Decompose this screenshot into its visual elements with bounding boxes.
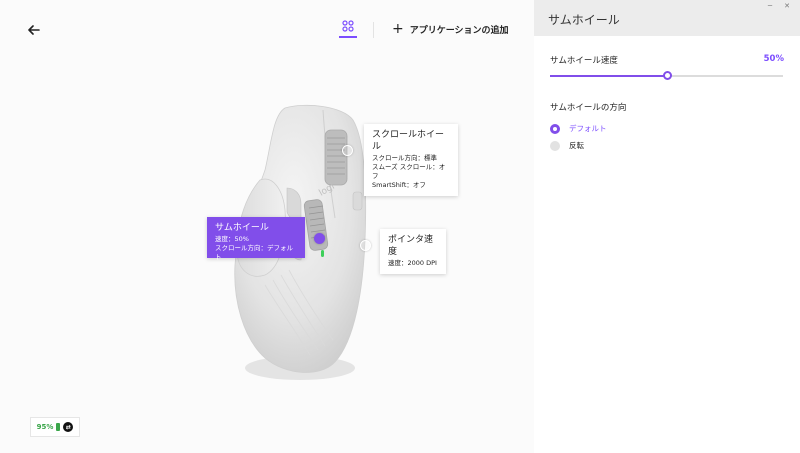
apps-grid-icon bbox=[342, 20, 354, 32]
add-application-button[interactable]: + アプリケーションの追加 bbox=[392, 22, 509, 36]
battery-icon bbox=[56, 423, 61, 431]
radio-unselected-icon bbox=[550, 140, 560, 151]
thumb-wheel-callout[interactable]: サムホイール 速度：50% スクロール方向：デフォルト bbox=[207, 217, 305, 261]
slider-fill bbox=[550, 75, 667, 77]
thumb-wheel-hotspot[interactable] bbox=[314, 233, 325, 244]
speed-slider[interactable] bbox=[550, 71, 783, 80]
smartshift-text: SmartShift：オフ bbox=[372, 181, 426, 189]
scroll-direction-text: スクロール方向：標準 bbox=[372, 154, 437, 162]
back-button[interactable] bbox=[24, 20, 44, 40]
battery-percent: 95% bbox=[36, 423, 54, 431]
radio-selected-icon bbox=[550, 123, 560, 134]
speed-value: 50% bbox=[763, 54, 784, 64]
smooth-scroll-text: スムーズ スクロール：オフ bbox=[372, 163, 446, 180]
back-arrow-icon bbox=[28, 25, 40, 35]
pointer-speed-callout[interactable]: ポインタ速度 速度：2000 DPI bbox=[380, 229, 446, 274]
close-button[interactable]: ✕ bbox=[784, 2, 790, 10]
settings-panel: サムホイール ─ ✕ サムホイール速度 50% サムホイールの方向 デフォルト … bbox=[534, 0, 800, 453]
thumb-wheel-callout-title: サムホイール bbox=[215, 223, 269, 233]
scroll-wheel-hotspot[interactable] bbox=[342, 145, 353, 156]
add-application-label: アプリケーションの追加 bbox=[409, 25, 509, 36]
pointer-speed-hotspot[interactable] bbox=[360, 240, 371, 251]
header-divider bbox=[373, 22, 374, 38]
speed-row: サムホイール速度 50% bbox=[550, 54, 784, 66]
window-controls: ─ ✕ bbox=[768, 2, 790, 10]
thumb-wheel-speed-text: 速度：50% bbox=[215, 235, 249, 243]
plus-icon: + bbox=[392, 21, 404, 37]
pointer-speed-callout-title: ポインタ速度 bbox=[388, 235, 434, 257]
direction-reverse-radio[interactable]: 反転 bbox=[550, 140, 584, 151]
panel-title: サムホイール bbox=[548, 13, 620, 27]
direction-title: サムホイールの方向 bbox=[550, 103, 627, 113]
panel-header: サムホイール ─ ✕ bbox=[534, 0, 800, 36]
battery-status[interactable]: 95% ⇄ bbox=[30, 417, 80, 437]
apps-tab[interactable] bbox=[338, 20, 358, 42]
direction-default-radio[interactable]: デフォルト bbox=[550, 123, 607, 134]
thumb-wheel-direction-text: スクロール方向：デフォルト bbox=[215, 244, 293, 261]
scroll-wheel-callout[interactable]: スクロールホイール スクロール方向：標準 スムーズ スクロール：オフ Smart… bbox=[364, 124, 458, 196]
active-tab-indicator bbox=[339, 36, 357, 38]
device-view: + アプリケーションの追加 logi スクロールホイール スクロール方向：標準 … bbox=[0, 0, 534, 453]
pointer-speed-dpi-text: 速度：2000 DPI bbox=[388, 259, 437, 267]
flow-icon: ⇄ bbox=[63, 422, 74, 432]
slider-thumb[interactable] bbox=[662, 71, 672, 80]
direction-default-label: デフォルト bbox=[569, 124, 607, 133]
speed-label: サムホイール速度 bbox=[550, 56, 618, 66]
direction-reverse-label: 反転 bbox=[569, 141, 584, 150]
scroll-wheel-callout-title: スクロールホイール bbox=[372, 130, 445, 152]
minimize-button[interactable]: ─ bbox=[768, 2, 772, 10]
